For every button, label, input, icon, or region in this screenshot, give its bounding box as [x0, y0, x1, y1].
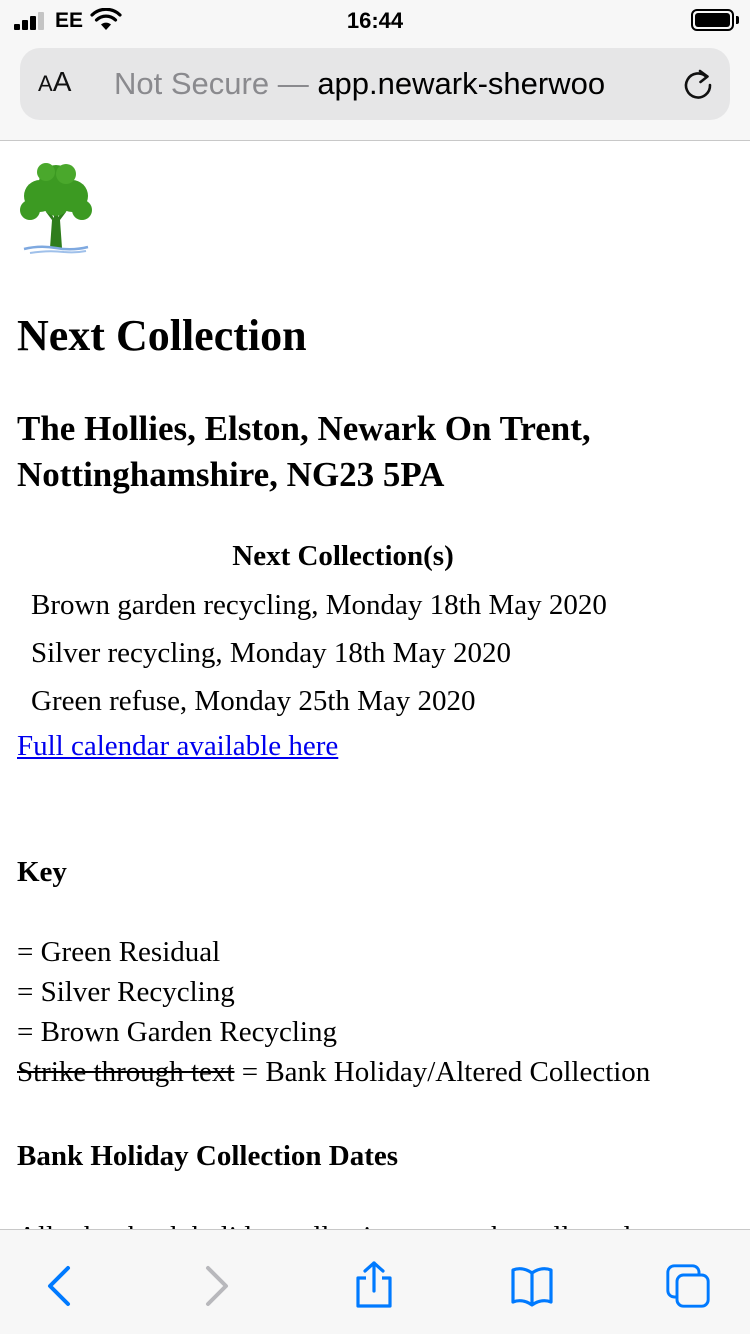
forward-icon[interactable] — [194, 1264, 238, 1308]
key-item-strike: Strike through text = Bank Holiday/Alter… — [17, 1056, 650, 1089]
collection-item: Green refuse, Monday 25th May 2020 — [31, 685, 476, 717]
web-page: Next Collection The Hollies, Elston, New… — [0, 142, 750, 1229]
security-label: Not Secure — [114, 66, 270, 101]
url-text[interactable]: Not Secure — app.newark-sherwoo — [114, 66, 674, 102]
bottom-toolbar — [0, 1229, 750, 1334]
status-bar: EE 16:44 — [0, 0, 750, 40]
bank-holiday-heading: Bank Holiday Collection Dates — [17, 1140, 399, 1172]
safari-window: EE 16:44 AA Not Secure — app.newark-sher… — [0, 0, 750, 1334]
tabs-icon[interactable] — [666, 1264, 710, 1308]
key-item-brown: = Brown Garden Recycling — [17, 1016, 337, 1048]
clock: 16:44 — [346, 8, 404, 33]
tree-logo — [20, 163, 92, 254]
strike-example: Strike through text — [17, 1056, 235, 1088]
back-icon[interactable] — [38, 1264, 82, 1308]
address-line-1: The Hollies, Elston, Newark On Trent, — [17, 409, 591, 448]
text-size-button[interactable]: AA — [38, 66, 71, 98]
url-domain: app.newark-sherwoo — [317, 66, 606, 101]
key-item-green: = Green Residual — [17, 936, 221, 968]
full-calendar-link[interactable]: Full calendar available here — [17, 730, 338, 763]
collection-item: Silver recycling, Monday 18th May 2020 — [31, 637, 512, 669]
address-bar[interactable]: AA Not Secure — app.newark-sherwoo — [20, 48, 730, 120]
collections-heading: Next Collection(s) — [232, 540, 454, 572]
share-icon[interactable] — [352, 1260, 396, 1310]
key-item-silver: = Silver Recycling — [17, 976, 235, 1008]
bank-holiday-text: All other bank holiday collections are t… — [17, 1221, 667, 1229]
bookmarks-icon[interactable] — [510, 1264, 554, 1308]
key-heading: Key — [17, 856, 67, 888]
page-title: Next Collection — [17, 311, 307, 360]
collection-item: Brown garden recycling, Monday 18th May … — [31, 589, 607, 621]
strike-meaning: = Bank Holiday/Altered Collection — [234, 1056, 651, 1088]
address-line-2: Nottinghamshire, NG23 5PA — [17, 455, 445, 494]
address-bar-area: AA Not Secure — app.newark-sherwoo — [0, 40, 750, 141]
property-address: The Hollies, Elston, Newark On Trent, No… — [17, 406, 717, 498]
reload-icon[interactable] — [682, 68, 714, 100]
battery-icon — [691, 9, 739, 31]
